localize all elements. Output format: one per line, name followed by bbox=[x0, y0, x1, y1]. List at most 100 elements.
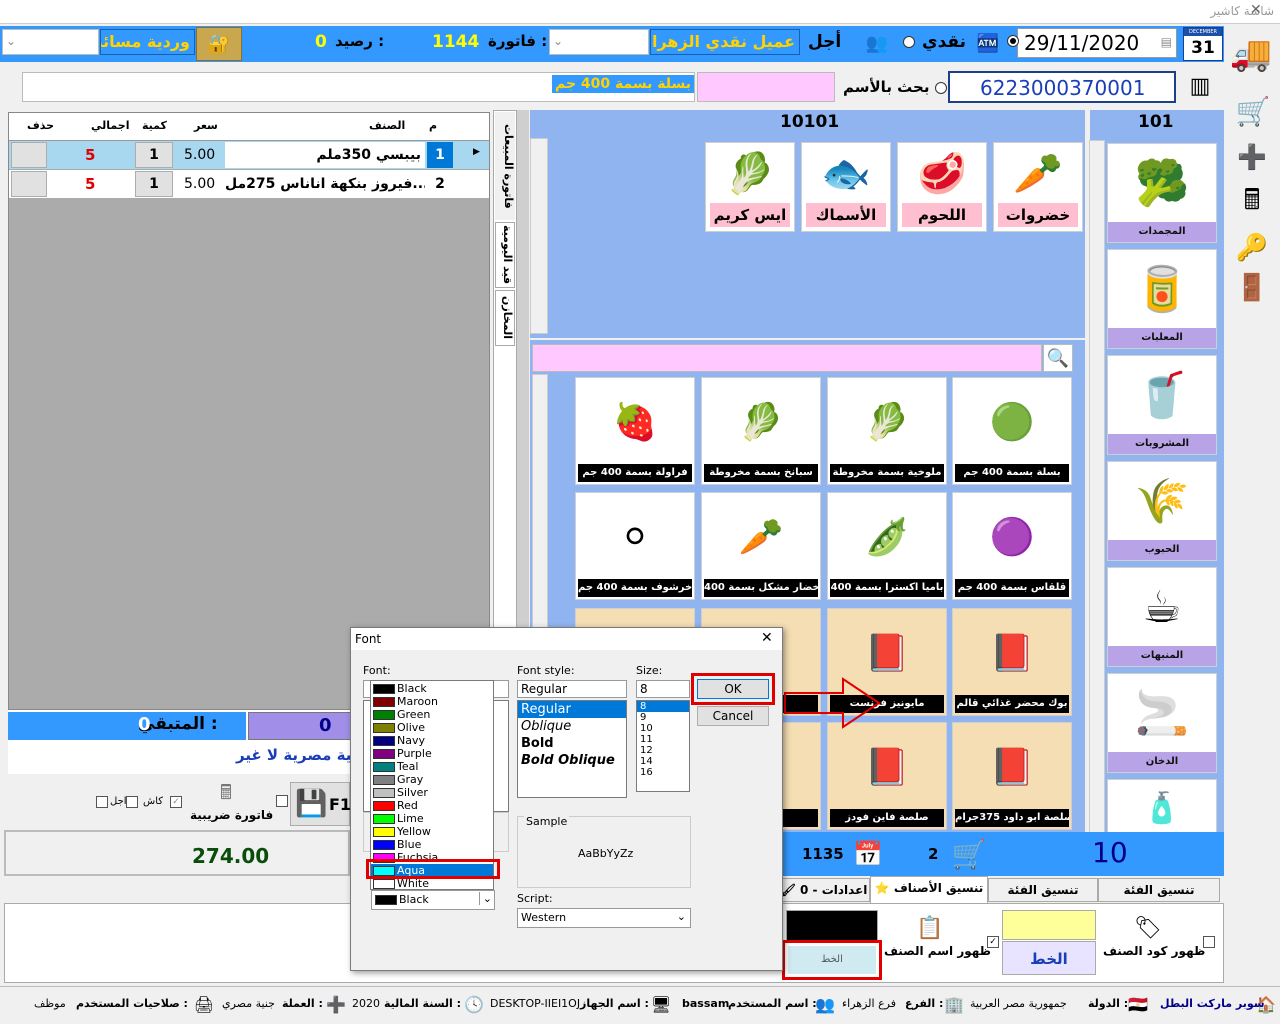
script-select[interactable]: Western ⌄ bbox=[517, 908, 691, 928]
color-option[interactable]: Black bbox=[371, 682, 493, 695]
truck-icon[interactable]: 🚚 bbox=[1226, 30, 1276, 78]
color-option[interactable]: Blue bbox=[371, 838, 493, 851]
cash-checkbox-box[interactable] bbox=[126, 796, 138, 808]
coffee-icon: ☕ bbox=[1142, 581, 1182, 633]
product-card[interactable]: 📕 بوك محضر غذائي قالم bbox=[952, 608, 1072, 716]
font-style-list[interactable]: Regular Oblique Bold Bold Oblique bbox=[517, 700, 627, 798]
product-card[interactable]: 🍓 فراولة بسمة 400 جم bbox=[575, 377, 695, 485]
subcategory-item[interactable]: 🥬 ايس كريم bbox=[705, 142, 795, 232]
shift-extra-field[interactable]: ⌄ bbox=[2, 29, 99, 55]
color-option[interactable]: Silver bbox=[371, 786, 493, 799]
sample-group: Sample AaBbYyZz bbox=[517, 815, 691, 888]
color-option[interactable]: Purple bbox=[371, 747, 493, 760]
customer-select[interactable]: عميل نقدي الزهراء bbox=[650, 29, 800, 55]
subcategory-scrollbar[interactable] bbox=[530, 138, 548, 334]
category-item[interactable]: 🚬 الدخان bbox=[1107, 673, 1217, 773]
tax-print-checkbox[interactable] bbox=[276, 795, 288, 807]
category-item[interactable]: 🥦 المجمدات bbox=[1107, 143, 1217, 243]
table-row[interactable]: 5 1 5.00 بيبسي 350ملم 1 ▶ bbox=[9, 141, 489, 169]
cancel-button[interactable]: Cancel bbox=[697, 706, 769, 726]
table-row[interactable]: 5 1 5.00 فيروز بنكهة اناناس 275مل... 2 bbox=[9, 170, 489, 198]
add-item-icon[interactable]: ➕ bbox=[1232, 140, 1272, 174]
barcode-input[interactable]: 6223000370001 bbox=[948, 71, 1176, 103]
credit-checkbox[interactable] bbox=[96, 796, 108, 808]
cart-count: 2 bbox=[928, 845, 939, 863]
close-icon[interactable]: ✕ bbox=[1250, 2, 1262, 18]
font-label: Font: bbox=[363, 664, 391, 677]
tab-sub-category[interactable]: تنسيق الفئة الفرعية bbox=[988, 878, 1098, 919]
category-item[interactable]: ☕ المنبهات bbox=[1107, 567, 1217, 667]
tab-settings[interactable]: 🖌 اعدادات - 0 bbox=[778, 878, 870, 902]
remove-cart-icon[interactable]: 🛒 bbox=[1232, 90, 1274, 132]
exit-icon[interactable]: 🚪 bbox=[1232, 270, 1272, 306]
color-option[interactable]: Lime bbox=[371, 812, 493, 825]
cash-register-icon: 🏧 bbox=[976, 32, 1000, 54]
qty-cell[interactable]: 1 bbox=[135, 142, 173, 168]
category-item[interactable]: 🧴 bbox=[1107, 779, 1217, 837]
size-input[interactable]: 8 bbox=[636, 680, 690, 698]
color-option[interactable]: Navy bbox=[371, 734, 493, 747]
color-option[interactable]: Maroon bbox=[371, 695, 493, 708]
tab-sales-invoice[interactable]: فاتورة المبيعات bbox=[495, 112, 515, 220]
font-button[interactable]: الخط bbox=[1002, 941, 1096, 975]
customer-extra-field[interactable]: ⌄ bbox=[549, 29, 649, 55]
subcategory-item[interactable]: 🥩 اللحوم bbox=[897, 142, 987, 232]
tab-stores[interactable]: المخازن bbox=[495, 290, 515, 346]
save-button[interactable]: 💾 F1 bbox=[290, 782, 351, 826]
product-card[interactable]: 📕 صلصة فاين فودز bbox=[827, 722, 947, 830]
product-card[interactable]: 🥕 خضار مشكل بسمة 400 bbox=[701, 492, 821, 600]
cash-radio[interactable] bbox=[1007, 35, 1019, 47]
tab-main-category[interactable]: تنسيق الفئة الرئيسية bbox=[1098, 878, 1220, 919]
color-option[interactable]: Red bbox=[371, 799, 493, 812]
category-item[interactable]: 🥫 المعلبات bbox=[1107, 249, 1217, 349]
ok-button[interactable]: OK bbox=[697, 679, 769, 699]
aqua-highlight bbox=[366, 859, 500, 879]
color-option[interactable]: Olive bbox=[371, 721, 493, 734]
close-icon[interactable]: ✕ bbox=[761, 630, 773, 646]
font-button-highlight[interactable]: الخط bbox=[782, 940, 882, 980]
product-filter-input[interactable] bbox=[532, 344, 1042, 372]
product-card[interactable]: 🥬 سبانخ بسمة مخروطة bbox=[701, 377, 821, 485]
remaining-box: المتبقي : . bbox=[8, 712, 246, 740]
key-icon[interactable]: 🔑 bbox=[1232, 230, 1272, 266]
font-color-preview-top bbox=[1002, 910, 1096, 940]
calculator-icon[interactable]: 🖩 bbox=[1232, 180, 1272, 226]
tab-journal[interactable]: قيد اليومية bbox=[495, 222, 515, 288]
color-option[interactable]: Green bbox=[371, 708, 493, 721]
product-card[interactable]: 🟢 بسلة بسمة 400 جم bbox=[952, 377, 1072, 485]
category-scrollbar[interactable] bbox=[1089, 140, 1105, 840]
product-card[interactable]: ⚪ خرشوف بسمة 400 جم bbox=[575, 492, 695, 600]
style-option: Bold Oblique bbox=[521, 753, 615, 768]
product-image: 📕 bbox=[989, 747, 1035, 788]
product-card[interactable]: 📕 صلصة ابو داود 375جرام bbox=[952, 722, 1072, 830]
safe-icon[interactable]: 🔐 bbox=[196, 27, 242, 61]
color-option[interactable]: Gray bbox=[371, 773, 493, 786]
size-list[interactable]: 8 9 10 11 12 14 16 bbox=[636, 700, 690, 792]
color-option[interactable]: Yellow bbox=[371, 825, 493, 838]
shift-select[interactable]: وردية مسائية bbox=[100, 29, 195, 55]
product-card[interactable]: 🫛 باميا اكسترا بسمة 400 bbox=[827, 492, 947, 600]
qty-cell[interactable]: 1 bbox=[135, 171, 173, 197]
tab-items-format[interactable]: ⭐ تنسيق الأصناف bbox=[870, 876, 988, 903]
dropdown-icon[interactable]: ▤ bbox=[1161, 35, 1172, 49]
category-item[interactable]: 🥤 المشروبات bbox=[1107, 355, 1217, 455]
date-picker[interactable]: 29/11/2020 ▤ bbox=[1017, 28, 1177, 58]
name-search-input[interactable]: بسلة بسمة 400 جم bbox=[22, 72, 695, 102]
product-card[interactable]: 🥬 ملوخية بسمة مخروطة bbox=[827, 377, 947, 485]
product-card[interactable]: 🟣 قلقاس بسمة 400 جم bbox=[952, 492, 1072, 600]
color-select[interactable]: Black ⌄ bbox=[371, 890, 495, 910]
font-style-input[interactable]: Regular bbox=[517, 680, 627, 698]
pink-search-field[interactable] bbox=[697, 72, 835, 102]
delete-row-button[interactable] bbox=[11, 142, 47, 168]
credit-radio[interactable] bbox=[903, 36, 915, 48]
subcategory-item[interactable]: 🐟 الأسماك bbox=[801, 142, 891, 232]
tax-checkbox[interactable]: ✓ bbox=[170, 796, 182, 808]
subcategory-item[interactable]: 🥕 خضروات bbox=[993, 142, 1083, 232]
search-by-name-radio[interactable] bbox=[935, 82, 947, 94]
delete-row-button[interactable] bbox=[11, 171, 47, 197]
col-qty: كمية bbox=[142, 119, 167, 132]
font-style-label: Font style: bbox=[517, 664, 575, 677]
color-option[interactable]: Teal bbox=[371, 760, 493, 773]
category-item[interactable]: 🌾 الحبوب bbox=[1107, 461, 1217, 561]
search-icon[interactable]: 🔍 bbox=[1043, 344, 1073, 372]
